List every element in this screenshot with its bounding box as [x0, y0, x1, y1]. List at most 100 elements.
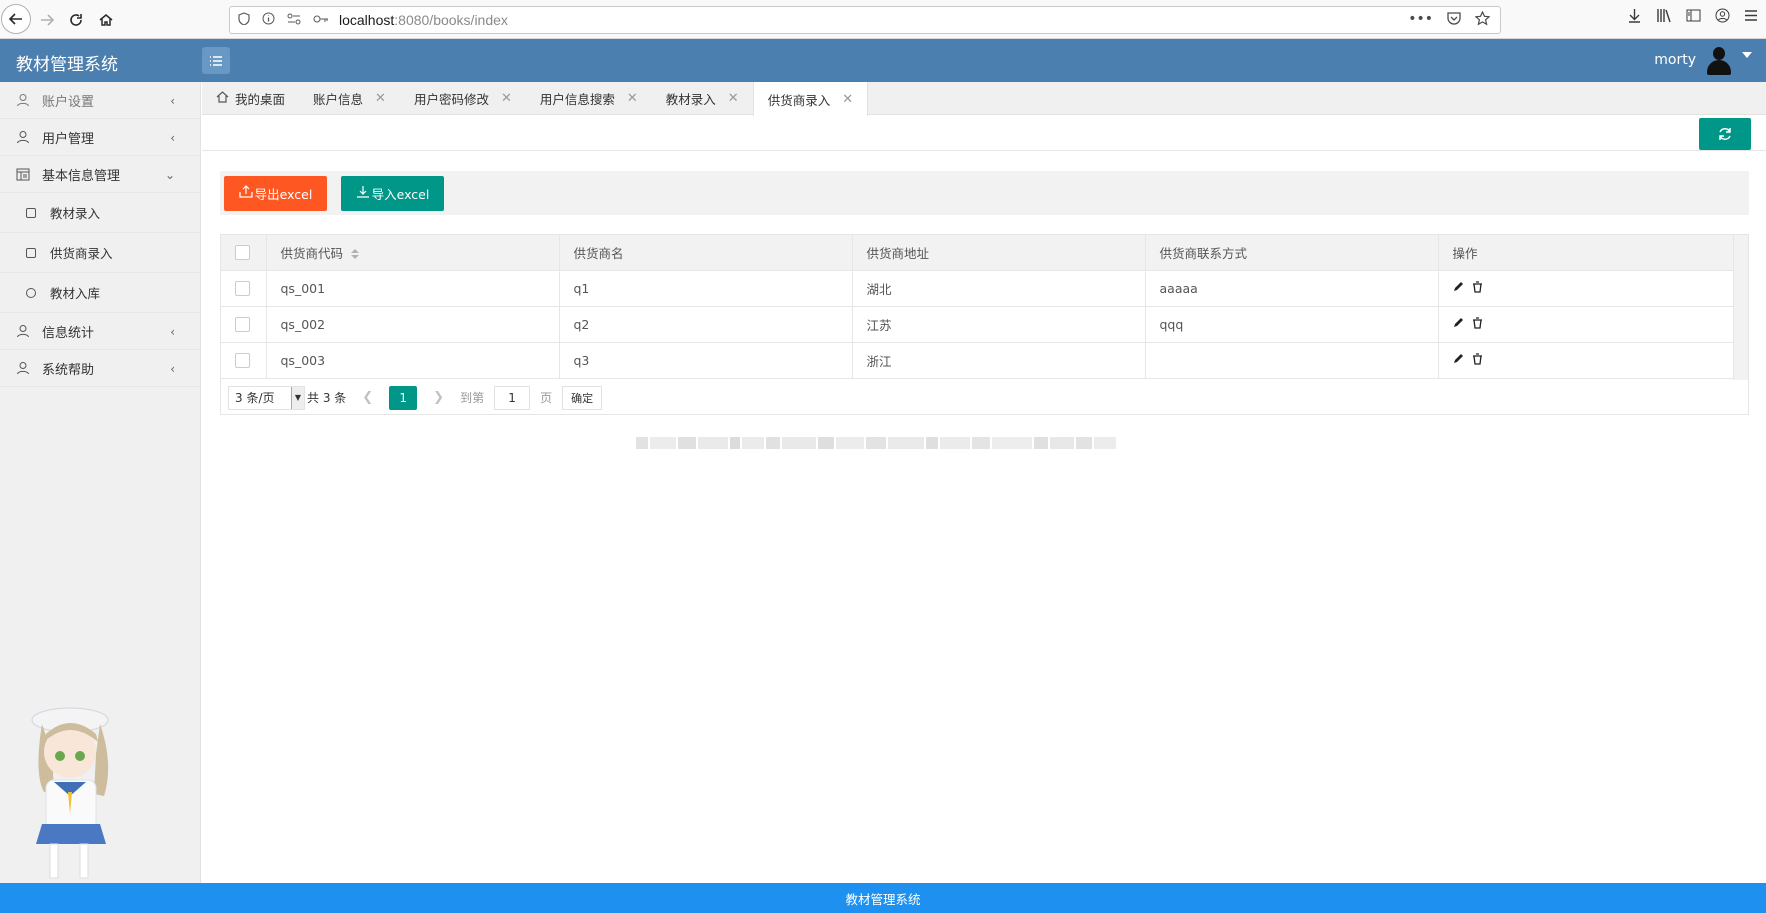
pagination: 3 条/页 ▼ 共 3 条 ❮ 1 ❯ 到第 1 页 确定	[221, 380, 1748, 415]
select-all-checkbox[interactable]	[235, 245, 250, 261]
trash-icon[interactable]	[1472, 352, 1483, 368]
column-header[interactable]: 供货商代码	[266, 235, 560, 271]
sidebar-toggle-icon[interactable]	[1686, 8, 1701, 27]
more-icon[interactable]: •••	[1408, 11, 1433, 30]
edit-icon[interactable]	[1453, 281, 1464, 295]
page-size-value: 3 条/页	[235, 391, 275, 405]
refresh-button[interactable]	[1699, 118, 1751, 150]
sort-icon[interactable]	[351, 249, 360, 260]
library-icon[interactable]	[1656, 8, 1672, 27]
close-icon[interactable]: ✕	[728, 91, 739, 106]
address-bar[interactable]: localhost:8080/books/index •••	[229, 6, 1501, 34]
trash-icon[interactable]	[1472, 316, 1483, 332]
cell-actions	[1438, 306, 1736, 343]
column-header-label: 供货商名	[573, 245, 624, 261]
pocket-icon[interactable]	[1447, 11, 1461, 30]
column-header: 供货商地址	[852, 235, 1146, 271]
tab-label: 我的桌面	[235, 92, 286, 107]
next-page-icon[interactable]: ❯	[433, 390, 444, 405]
cell-contact: qqq	[1145, 306, 1439, 343]
grid-icon	[16, 167, 30, 181]
refresh-icon	[1719, 128, 1731, 140]
export-label: 导出excel	[254, 187, 313, 202]
close-icon[interactable]: ✕	[842, 92, 853, 107]
goto-label: 到第	[460, 391, 485, 405]
chevron-down-icon: ⌄	[164, 168, 175, 182]
reload-icon[interactable]	[62, 6, 90, 34]
trash-icon[interactable]	[1472, 280, 1483, 296]
tab-password-change[interactable]: 用户密码修改 ✕	[400, 82, 526, 115]
table-scroll-gutter	[1733, 235, 1748, 380]
cell-actions	[1438, 270, 1736, 307]
cell-name: q3	[559, 342, 853, 379]
sidebar-item-user-management[interactable]: 用户管理 ‹	[0, 119, 200, 156]
cell-contact: aaaaa	[1145, 270, 1439, 307]
tab-user-search[interactable]: 用户信息搜索 ✕	[526, 82, 652, 115]
current-page[interactable]: 1	[389, 385, 418, 410]
sidebar-subitem-supplier-entry[interactable]: 供货商录入	[0, 233, 200, 273]
import-icon	[356, 185, 370, 202]
edit-icon[interactable]	[1453, 317, 1464, 331]
sidebar-item-basic-info[interactable]: 基本信息管理 ⌄	[0, 156, 200, 193]
close-icon[interactable]: ✕	[627, 91, 638, 106]
user-icon	[16, 361, 30, 375]
table-row: qs_003 q3 浙江	[221, 342, 1736, 379]
forward-icon[interactable]	[33, 6, 61, 34]
tab-account-info[interactable]: 账户信息 ✕	[299, 82, 400, 115]
form-icon	[26, 207, 36, 218]
sidebar-subitem-textbook-entry[interactable]: 教材录入	[0, 193, 200, 233]
tab-toolbar	[202, 115, 1766, 151]
info-icon[interactable]	[262, 12, 275, 28]
export-excel-button[interactable]: 导出excel	[224, 176, 327, 211]
table-row: qs_001 q1 湖北 aaaaa	[221, 270, 1736, 307]
chevron-left-icon: ‹	[170, 131, 175, 145]
row-checkbox[interactable]	[235, 317, 250, 332]
key-icon[interactable]	[313, 13, 329, 27]
row-checkbox-cell[interactable]	[221, 306, 267, 343]
back-icon[interactable]	[1, 4, 31, 34]
prev-page-icon[interactable]: ❮	[362, 390, 373, 405]
sidebar-subitem-textbook-storage[interactable]: 教材入库	[0, 273, 200, 313]
menu-toggle-icon[interactable]	[202, 47, 230, 74]
account-icon[interactable]	[1715, 8, 1730, 27]
sidebar-item-account-settings[interactable]: 账户设置 ‹	[0, 82, 200, 119]
download-icon[interactable]	[1627, 8, 1642, 27]
tab-textbook-entry[interactable]: 教材录入 ✕	[652, 82, 753, 115]
close-icon[interactable]: ✕	[501, 91, 512, 106]
bookmark-star-icon[interactable]	[1474, 10, 1491, 30]
row-checkbox[interactable]	[235, 353, 250, 368]
cell-code: qs_002	[266, 306, 560, 343]
blurred-content	[636, 432, 1141, 454]
user-menu[interactable]: morty	[1654, 45, 1752, 75]
goto-page-input[interactable]: 1	[494, 385, 531, 410]
sidebar-item-statistics[interactable]: 信息统计 ‹	[0, 313, 200, 350]
url-text[interactable]: localhost:8080/books/index	[339, 12, 508, 28]
cell-code: qs_003	[266, 342, 560, 379]
tab-label: 账户信息	[313, 92, 364, 107]
tab-desktop[interactable]: 我的桌面	[202, 82, 299, 115]
row-checkbox[interactable]	[235, 281, 250, 296]
page-size-select[interactable]: 3 条/页 ▼	[228, 385, 305, 410]
user-icon	[16, 130, 30, 144]
home-icon[interactable]	[92, 6, 120, 34]
permissions-icon[interactable]	[287, 13, 301, 28]
dropdown-arrow-icon[interactable]: ▼	[291, 386, 304, 409]
import-excel-button[interactable]: 导入excel	[341, 176, 444, 211]
edit-icon[interactable]	[1453, 353, 1464, 367]
column-header-label: 供货商联系方式	[1159, 245, 1248, 261]
tab-supplier-entry[interactable]: 供货商录入 ✕	[752, 82, 869, 116]
footer-text: 教材管理系统	[845, 891, 921, 907]
hamburger-menu-icon[interactable]	[1744, 8, 1758, 27]
table-toolbar: 导出excel 导入excel	[220, 171, 1749, 215]
close-icon[interactable]: ✕	[375, 91, 386, 106]
sidebar-item-label: 教材录入	[50, 206, 101, 221]
sidebar-item-help[interactable]: 系统帮助 ‹	[0, 350, 200, 387]
total-count: 共 3 条	[307, 391, 347, 405]
row-checkbox-cell[interactable]	[221, 270, 267, 307]
row-checkbox-cell[interactable]	[221, 342, 267, 379]
column-header: 供货商名	[559, 235, 853, 271]
goto-confirm-button[interactable]: 确定	[562, 385, 603, 410]
header-checkbox-cell[interactable]	[221, 235, 267, 271]
sidebar-item-label: 系统帮助	[42, 362, 95, 378]
supplier-table: 供货商代码 供货商名 供货商地址 供货商联系方式 操作 qs_001 q1 湖北…	[220, 234, 1749, 415]
